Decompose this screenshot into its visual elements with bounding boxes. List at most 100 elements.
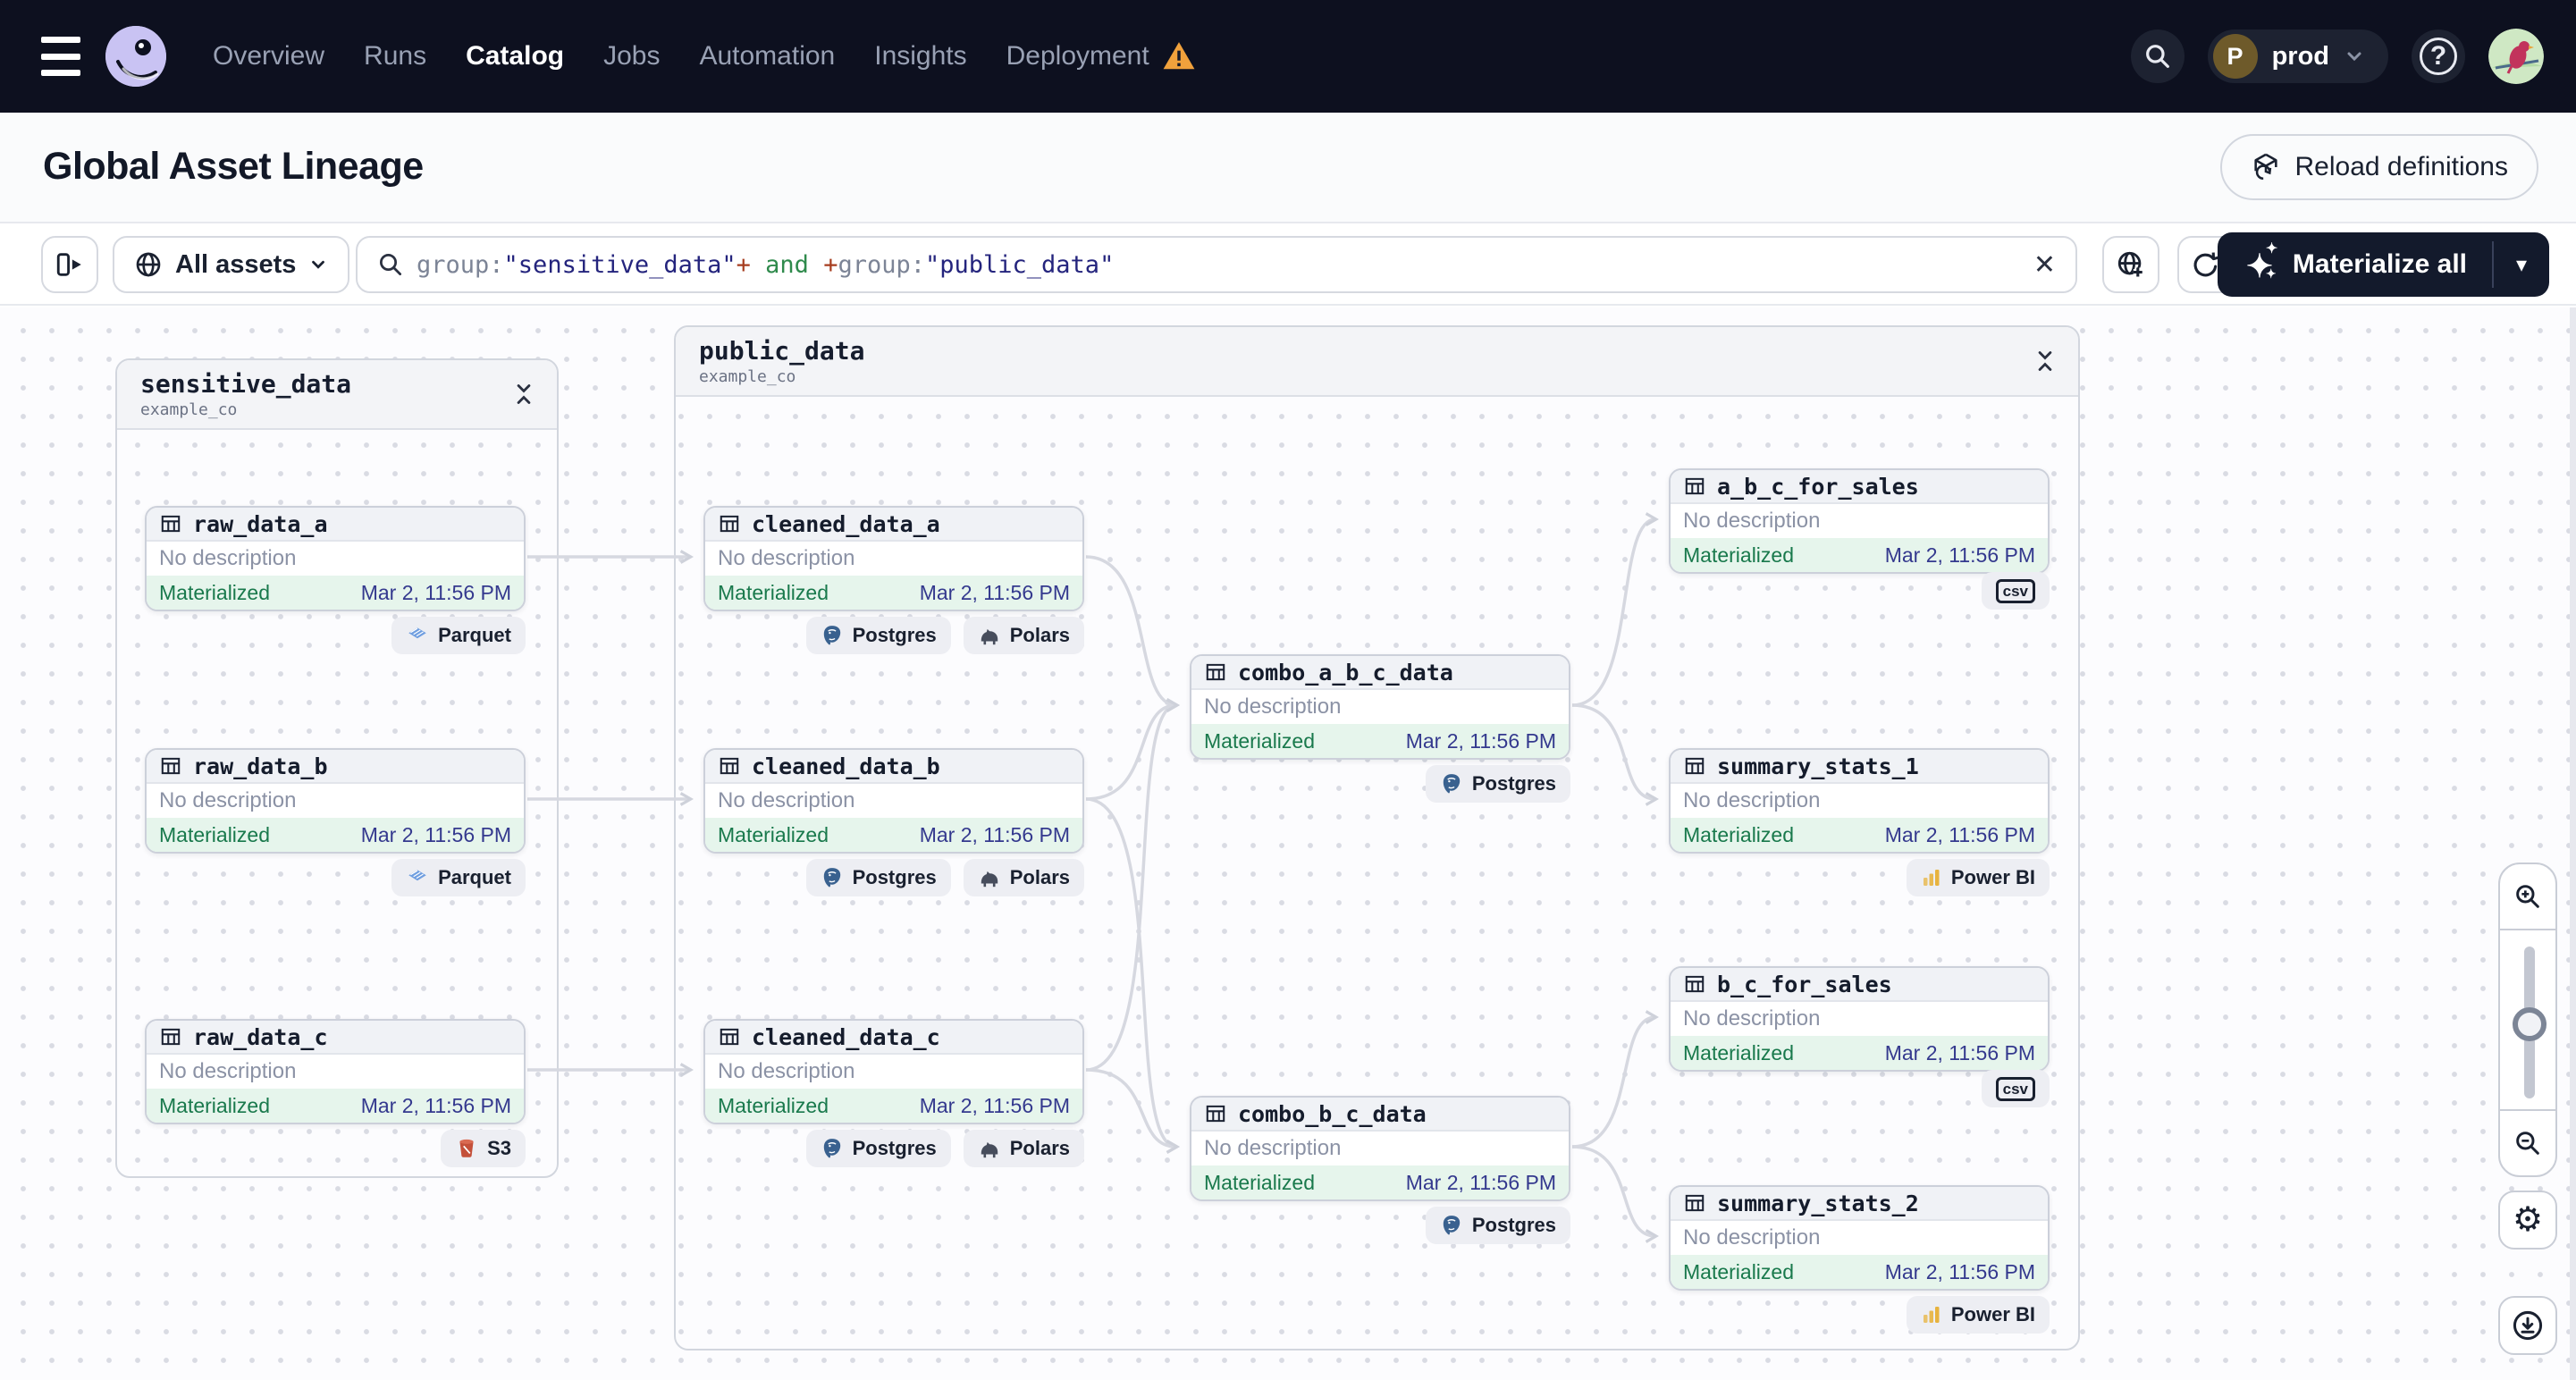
asset-name: summary_stats_1: [1717, 753, 1919, 779]
top-nav: Overview Runs Catalog Jobs Automation In…: [0, 0, 2576, 113]
octopus-icon: [105, 26, 166, 87]
user-avatar[interactable]: [2488, 29, 2544, 84]
download-graph-button[interactable]: [2498, 1296, 2557, 1355]
asset-name: b_c_for_sales: [1717, 971, 1892, 997]
lineage-canvas[interactable]: sensitive_data example_co public_data ex…: [0, 307, 2576, 1380]
toggle-sidebar-button[interactable]: [41, 236, 98, 293]
asset-node-combo-b-c-data[interactable]: combo_b_c_data No description Materializ…: [1190, 1096, 1570, 1201]
materialize-all-label: Materialize all: [2292, 249, 2467, 279]
status-label: Materialized: [1204, 728, 1315, 753]
asset-search-input[interactable]: group:"sensitive_data"+ and +group:"publ…: [356, 236, 2077, 293]
chevron-down-icon: [2347, 52, 2361, 62]
asset-scope-dropdown[interactable]: All assets: [113, 236, 350, 293]
asset-node-b-c-for-sales[interactable]: b_c_for_sales No description Materialize…: [1669, 966, 2050, 1072]
asset-node-a-b-c-for-sales[interactable]: a_b_c_for_sales No description Materiali…: [1669, 468, 2050, 574]
csv-icon: csv: [1995, 1076, 2035, 1101]
materialize-all-button[interactable]: ✦ ✦ ✦ Materialize all: [2218, 232, 2492, 297]
graph-settings-button[interactable]: ⚙: [2498, 1191, 2557, 1250]
asset-node-summary-stats-1[interactable]: summary_stats_1 No description Materiali…: [1669, 748, 2050, 854]
kind-badge-parquet: Parquet: [391, 617, 526, 654]
nav-item-overview[interactable]: Overview: [213, 41, 324, 72]
parquet-icon: [408, 627, 426, 639]
filter-groups-button[interactable]: [2102, 236, 2159, 293]
s3-bucket-icon: [459, 1139, 474, 1157]
kind-badge-postgres: Postgres: [1425, 765, 1570, 803]
asset-node-combo-a-b-c-data[interactable]: combo_a_b_c_data No description Material…: [1190, 654, 1570, 760]
search-icon: [2145, 45, 2169, 68]
search-button[interactable]: [2130, 29, 2185, 83]
nav-links: Overview Runs Catalog Jobs Automation In…: [213, 0, 1196, 113]
nav-item-jobs[interactable]: Jobs: [603, 41, 660, 72]
asset-node-raw-data-c[interactable]: raw_data_c No description Materialized Ma…: [145, 1019, 526, 1124]
group-name: sensitive_data: [140, 369, 352, 399]
badge-row: S3: [145, 1130, 526, 1167]
nav-item-deployment[interactable]: Deployment: [1006, 40, 1196, 72]
group-location: example_co: [699, 367, 796, 386]
nav-item-catalog[interactable]: Catalog: [466, 41, 564, 72]
download-icon: [2513, 1310, 2543, 1341]
asset-node-raw-data-a[interactable]: raw_data_a No description Materialized Ma…: [145, 506, 526, 611]
kind-badge-polars: Polars: [963, 617, 1084, 654]
panel-expand-icon: [56, 253, 81, 276]
nav-item-runs[interactable]: Runs: [364, 41, 426, 72]
collapse-group-icon[interactable]: [2035, 349, 2055, 373]
asset-scope-label: All assets: [175, 249, 297, 279]
zoom-slider-thumb[interactable]: [2513, 1007, 2547, 1041]
asset-description: No description: [705, 542, 1082, 576]
asset-node-cleaned-data-a[interactable]: cleaned_data_a No description Materializ…: [703, 506, 1084, 611]
question-icon: ?: [2420, 38, 2457, 75]
asset-node-raw-data-b[interactable]: raw_data_b No description Materialized Ma…: [145, 748, 526, 854]
status-timestamp: Mar 2, 11:56 PM: [919, 1093, 1070, 1117]
status-label: Materialized: [159, 822, 270, 846]
page-title: Global Asset Lineage: [43, 145, 424, 188]
kind-badge-csv: csv: [1981, 572, 2050, 610]
asset-description: No description: [705, 1055, 1082, 1089]
badge-row: csv: [1669, 1070, 2050, 1107]
group-location: example_co: [140, 400, 238, 419]
reload-definitions-button[interactable]: Reload definitions: [2219, 134, 2538, 200]
status-timestamp: Mar 2, 11:56 PM: [1884, 1259, 2035, 1283]
group-header: public_data example_co: [676, 327, 2078, 397]
app-window: Overview Runs Catalog Jobs Automation In…: [0, 0, 2576, 1380]
kind-badge-parquet: Parquet: [391, 859, 526, 896]
status-timestamp: Mar 2, 11:56 PM: [360, 580, 511, 604]
status-label: Materialized: [718, 822, 829, 846]
asset-description: No description: [1671, 1002, 2048, 1036]
zoom-out-button[interactable]: [2500, 1109, 2555, 1175]
nav-item-insights[interactable]: Insights: [874, 41, 966, 72]
table-icon: [720, 515, 739, 533]
zoom-in-button[interactable]: [2500, 864, 2555, 930]
materialize-options-caret[interactable]: ▾: [2494, 232, 2549, 297]
asset-description: No description: [1191, 1132, 1569, 1165]
hamburger-menu-icon[interactable]: [41, 37, 88, 76]
kind-badge-powerbi: Power BI: [1906, 1296, 2050, 1334]
chevron-down-icon: [312, 260, 325, 269]
collapse-group-icon[interactable]: [514, 383, 534, 406]
status-timestamp: Mar 2, 11:56 PM: [1884, 543, 2035, 567]
status-timestamp: Mar 2, 11:56 PM: [360, 822, 511, 846]
asset-node-cleaned-data-b[interactable]: cleaned_data_b No description Materializ…: [703, 748, 1084, 854]
asset-description: No description: [147, 542, 524, 576]
postgres-icon: [823, 868, 840, 888]
table-icon: [1685, 757, 1705, 775]
kind-badge-polars: Polars: [963, 859, 1084, 896]
globe-plus-icon: [2117, 251, 2142, 277]
table-icon: [1685, 477, 1705, 495]
status-label: Materialized: [718, 1093, 829, 1117]
status-timestamp: Mar 2, 11:56 PM: [1405, 728, 1556, 753]
nav-item-automation[interactable]: Automation: [699, 41, 835, 72]
postgres-icon: [1443, 1216, 1461, 1235]
vertical-scrollbar[interactable]: [2570, 307, 2576, 1380]
table-icon: [161, 757, 181, 775]
badge-row: Parquet: [145, 617, 526, 654]
clear-search-icon[interactable]: ✕: [2033, 249, 2056, 281]
status-timestamp: Mar 2, 11:56 PM: [919, 580, 1070, 604]
help-button[interactable]: ?: [2412, 29, 2465, 83]
asset-node-cleaned-data-c[interactable]: cleaned_data_c No description Materializ…: [703, 1019, 1084, 1124]
asset-node-summary-stats-2[interactable]: summary_stats_2 No description Materiali…: [1669, 1185, 2050, 1291]
deployment-switcher[interactable]: P prod: [2207, 29, 2388, 83]
badge-row: Postgres: [1190, 765, 1570, 803]
search-icon: [380, 254, 401, 275]
table-icon: [720, 1028, 739, 1046]
dagster-logo[interactable]: [105, 26, 166, 87]
